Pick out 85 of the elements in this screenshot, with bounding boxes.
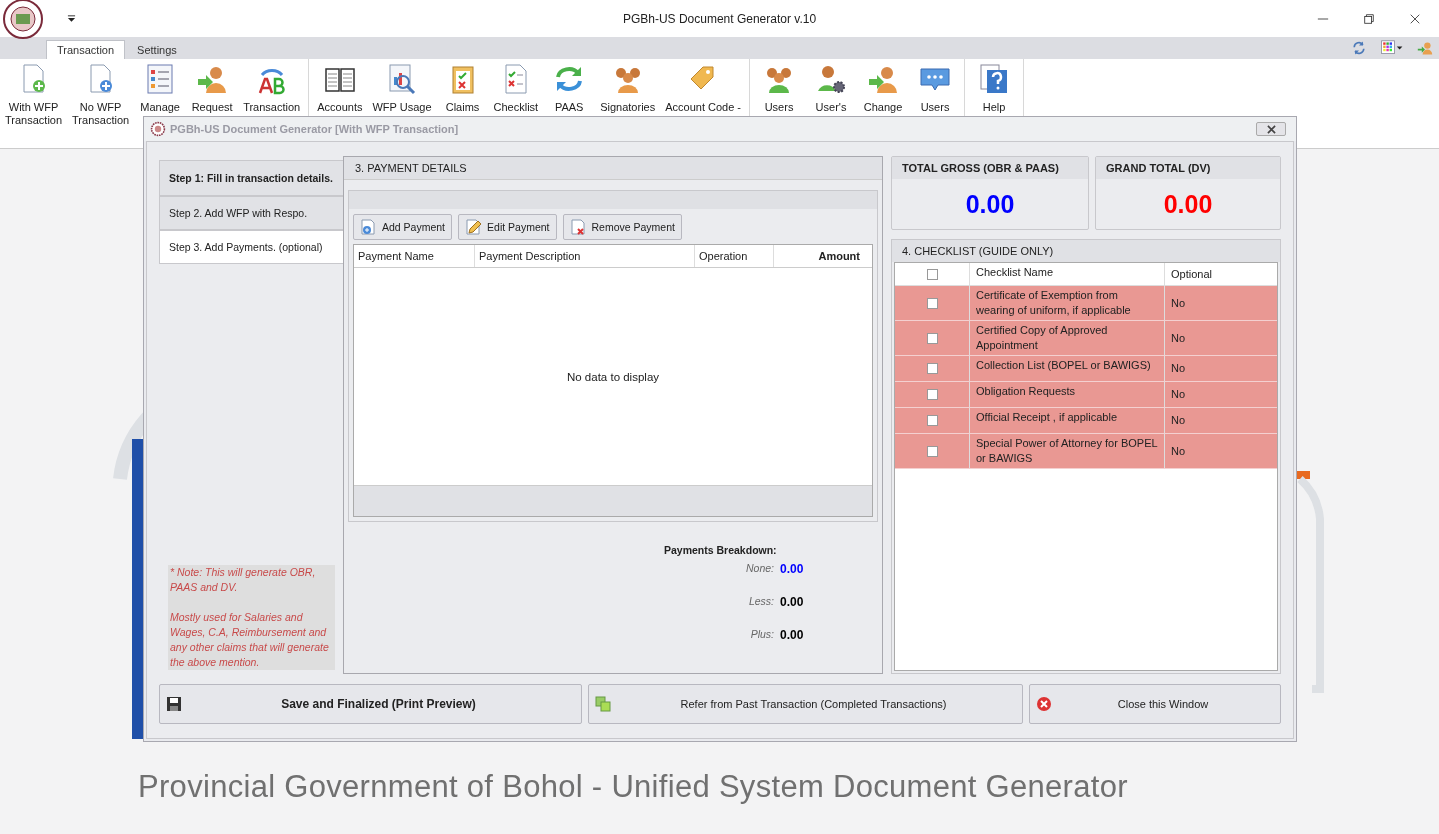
action-button[interactable]: Save and Finalized (Print Preview) bbox=[159, 684, 582, 724]
breakdown-value: 0.00 bbox=[780, 628, 804, 642]
table-cell: Obligation Requests bbox=[970, 382, 1165, 407]
restore-icon[interactable] bbox=[1363, 12, 1375, 25]
row-checkbox[interactable] bbox=[926, 389, 938, 400]
table-cell: Certificate of Exemption from wearing of uniform, if applicable bbox=[970, 286, 1165, 320]
action-button[interactable]: Close this Window bbox=[1029, 684, 1281, 724]
palette-grid-icon[interactable] bbox=[1379, 40, 1405, 56]
table-cell-text: No bbox=[1170, 361, 1187, 376]
column-header: Optional bbox=[1170, 266, 1213, 282]
row-checkbox[interactable] bbox=[926, 445, 938, 457]
total-value: 0.00 bbox=[964, 188, 1016, 220]
total-value: 0.00 bbox=[1162, 188, 1214, 220]
ribbon-button[interactable]: Help bbox=[968, 63, 1021, 114]
close-icon[interactable] bbox=[1409, 12, 1421, 25]
ribbon-button[interactable]: PAAS bbox=[543, 63, 596, 114]
table-cell: Official Receipt , if applicable bbox=[970, 408, 1165, 433]
user-login-icon[interactable] bbox=[1417, 40, 1433, 56]
ribbon-button[interactable]: User's bbox=[805, 63, 858, 114]
column-header: Amount bbox=[817, 249, 861, 264]
close-icon bbox=[1036, 696, 1052, 712]
column-header: Payment Description bbox=[475, 245, 695, 267]
table-cell: Special Power of Attorney for BOPEL or BAWIGS bbox=[970, 434, 1165, 468]
seal-logo-icon bbox=[150, 121, 166, 137]
ribbon-button[interactable]: No WFP Transaction bbox=[67, 63, 135, 127]
dialog-title: PGBh-US Document Generator [With WFP Transaction] bbox=[170, 123, 460, 135]
close-icon bbox=[1266, 124, 1276, 134]
empty-message: No data to display bbox=[566, 370, 660, 383]
ribbon-button[interactable]: Signatories bbox=[595, 63, 661, 114]
ribbon-button[interactable]: Users bbox=[753, 63, 806, 114]
breakdown-value: 0.00 bbox=[780, 562, 804, 576]
select-all-checkbox[interactable] bbox=[926, 268, 938, 280]
row-checkbox[interactable] bbox=[926, 332, 938, 344]
action-button[interactable]: Refer from Past Transaction (Completed Transactions) bbox=[588, 684, 1023, 724]
ribbon-tab[interactable]: Transaction bbox=[46, 40, 126, 59]
ribbon-button[interactable]: Claims bbox=[436, 63, 489, 114]
step-tab[interactable]: Step 3. Add Payments. (optional) bbox=[159, 230, 343, 264]
ribbon-button[interactable]: Account Code - bbox=[660, 63, 747, 114]
table-cell-text: No bbox=[1170, 330, 1187, 346]
section-header: 3. PAYMENT DETAILS bbox=[344, 157, 882, 180]
row-checkbox[interactable] bbox=[926, 363, 938, 374]
close-button[interactable] bbox=[1256, 122, 1286, 136]
ribbon-button[interactable]: Checklist bbox=[488, 63, 544, 114]
ribbon-button[interactable]: Users bbox=[909, 63, 962, 114]
toolbar-button[interactable]: Edit Payment bbox=[458, 214, 557, 240]
dropdown-icon[interactable] bbox=[67, 14, 76, 23]
section-header: 4. CHECKLIST (GUIDE ONLY) bbox=[892, 240, 1280, 262]
breakdown-title: Payments Breakdown: bbox=[664, 544, 778, 556]
total-label: TOTAL GROSS (OBR & PAAS) bbox=[892, 157, 1088, 179]
document-remove-icon bbox=[569, 219, 586, 235]
chart-magnifier-icon bbox=[386, 63, 418, 95]
table-cell: Collection List (BOPEL or BAWIGS) bbox=[970, 356, 1165, 381]
ribbon-button[interactable]: WFP Usage bbox=[367, 63, 437, 114]
column-header: Checklist Name bbox=[970, 263, 1165, 285]
window-title: PGBh-US Document Generator v.10 bbox=[621, 11, 818, 26]
total-label: GRAND TOTAL (DV) bbox=[1096, 157, 1280, 179]
person-gear-icon bbox=[815, 63, 848, 95]
table-cell-text: No bbox=[1170, 295, 1187, 311]
breakdown-label: Less: bbox=[747, 595, 774, 607]
row-checkbox[interactable] bbox=[926, 297, 938, 309]
breakdown-label: Plus: bbox=[749, 628, 774, 640]
toolbar-button[interactable]: Add Payment bbox=[353, 214, 453, 240]
table-cell-text: No bbox=[1170, 413, 1187, 428]
background-caption: Provincial Government of Bohol - Unified System Document Generator bbox=[138, 769, 1128, 805]
refresh-icon[interactable] bbox=[1351, 40, 1367, 56]
ribbon-button[interactable]: Accounts bbox=[312, 63, 368, 114]
ribbon-button[interactable]: With WFP Transaction bbox=[0, 63, 68, 127]
table-cell-text: No bbox=[1170, 387, 1187, 402]
step-tab[interactable]: Step 2. Add WFP with Respo. bbox=[159, 196, 343, 230]
row-checkbox[interactable] bbox=[926, 415, 938, 426]
ribbon-button[interactable]: Change bbox=[857, 63, 910, 114]
note-text: * Note: This will generate OBR, PAAS and DV. Mostly used for Salaries and Wages, C.A, Reimbursement and any other claims that will generate the above mention. bbox=[168, 565, 335, 670]
squares-icon bbox=[595, 696, 611, 712]
save-icon bbox=[166, 696, 182, 712]
breakdown-value: 0.00 bbox=[780, 595, 804, 609]
document-plus-icon bbox=[360, 219, 376, 235]
step-tab[interactable]: Step 1: Fill in transaction details. bbox=[159, 160, 343, 196]
ribbon-tab[interactable]: Settings bbox=[127, 41, 187, 59]
column-header: Payment Name bbox=[354, 245, 475, 267]
pencil-icon bbox=[465, 219, 482, 235]
table-cell: Certified Copy of Approved Appointment bbox=[970, 321, 1165, 355]
toolbar-button[interactable]: Remove Payment bbox=[562, 214, 682, 240]
table-cell-text: No bbox=[1170, 443, 1187, 459]
column-header: Operation bbox=[695, 245, 774, 267]
breakdown-label: None: bbox=[744, 562, 774, 574]
